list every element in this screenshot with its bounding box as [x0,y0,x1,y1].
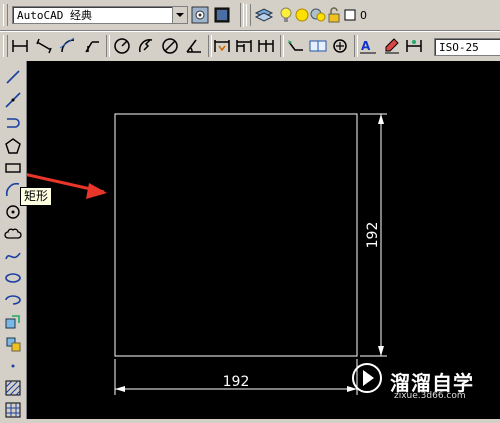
dimension-style-select[interactable]: ISO-25 [434,38,500,56]
dimension-update-icon[interactable] [404,36,424,56]
angular-dimension-icon[interactable] [184,36,204,56]
dimension-text-edit-icon[interactable] [382,36,402,56]
toolbar-separator [106,35,110,57]
layer-manager-icon[interactable] [254,5,274,25]
point-icon[interactable] [3,356,23,376]
center-mark-icon[interactable] [330,36,350,56]
quick-dimension-icon[interactable] [212,36,232,56]
draw-toolbar [0,61,27,419]
vertical-dimension-text: 192 [365,222,381,249]
toolbar-grip[interactable] [3,35,8,57]
toolbar-separator [280,35,284,57]
dimension-edit-icon[interactable]: A [358,36,378,56]
insert-block-icon[interactable] [3,312,23,332]
workspace-select-value: AutoCAD 经典 [17,9,92,22]
layer-name[interactable]: 0 [360,9,367,22]
clean-screen-icon[interactable] [212,5,232,25]
revision-cloud-icon[interactable] [3,224,23,244]
hatch-icon[interactable] [3,378,23,398]
diameter-dimension-icon[interactable] [160,36,180,56]
polygon-icon[interactable] [3,136,23,156]
ordinate-dimension-icon[interactable] [82,36,102,56]
tolerance-icon[interactable] [308,36,328,56]
arc-length-icon[interactable] [58,36,78,56]
dimension-style-value: ISO-25 [439,41,479,54]
radius-dimension-icon[interactable] [112,36,132,56]
ellipse-arc-icon[interactable] [3,290,23,310]
toolbar-separator [240,3,244,27]
drawing-svg: 192 192 [23,113,387,395]
construction-line-icon[interactable] [3,90,23,110]
dimension-toolbar: A ISO-25 [0,31,500,62]
workspace-settings-icon[interactable] [190,5,210,25]
svg-text:A: A [361,39,371,53]
baseline-dimension-icon[interactable] [234,36,254,56]
horizontal-dimension-text: 192 [223,374,250,390]
layer-color-swatch-icon[interactable] [340,5,360,25]
quick-leader-icon[interactable] [286,36,306,56]
polyline-icon[interactable] [3,113,23,133]
workspace-select[interactable]: AutoCAD 经典 [12,6,188,24]
watermark-subtext: zixue.3d66.com [394,391,466,401]
line-icon[interactable] [3,67,23,87]
toolbar-grip[interactable] [246,4,251,26]
spline-icon[interactable] [3,246,23,266]
gradient-icon[interactable] [3,400,23,420]
drawing-canvas[interactable]: 192 192 [23,61,500,419]
linear-dimension-icon[interactable] [10,36,30,56]
aligned-dimension-icon[interactable] [34,36,54,56]
ellipse-icon[interactable] [3,268,23,288]
jogged-dimension-icon[interactable] [136,36,156,56]
toolbar-grip[interactable] [3,4,8,26]
rectangle-icon[interactable] [3,158,23,178]
rectangle-tooltip: 矩形 [20,187,53,206]
make-block-icon[interactable] [3,334,23,354]
chevron-down-icon[interactable] [172,7,187,23]
workspace-toolbar: AutoCAD 经典 0 [0,0,500,31]
drawn-rectangle[interactable] [114,113,358,357]
continue-dimension-icon[interactable] [256,36,276,56]
